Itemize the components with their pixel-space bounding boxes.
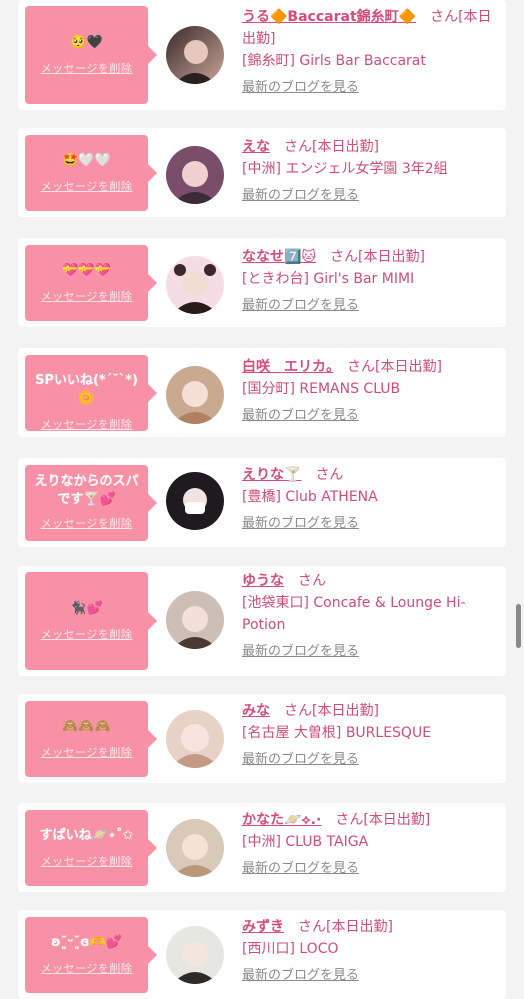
message-text: 🤩🤍🤍 <box>62 153 111 168</box>
delete-message-link[interactable]: メッセージを削除 <box>25 178 148 194</box>
message-text: えりなからのスパです🍸💕 <box>34 474 139 507</box>
honorific: さん <box>284 703 312 719</box>
message-text: 🥺🖤 <box>70 35 103 50</box>
girl-name-link[interactable]: ななせ7️⃣🐱 <box>242 249 316 265</box>
shop-name: [中洲] CLUB TAIGA <box>242 834 369 850</box>
scrollbar-thumb[interactable] <box>516 604 521 648</box>
girl-name-link[interactable]: 白咲 エリカ。 <box>242 359 333 375</box>
list-item: えりなからのスパです🍸💕 メッセージを削除 えりな🍸 さん [豊橋] Club … <box>18 458 506 547</box>
shop-name: [豊橋] Club ATHENA <box>242 489 378 505</box>
honorific: さん <box>298 573 326 589</box>
message-bubble: ʚ˘͈ᵕ˘͈ɞ🫶💕 メッセージを削除 <box>25 917 157 993</box>
shop-name: [国分町] REMANS CLUB <box>242 381 401 397</box>
message-text: SPいいね(*´˘`*)🌼 <box>35 373 138 406</box>
latest-blog-link[interactable]: 最新のブログを見る <box>242 184 498 203</box>
avatar[interactable] <box>166 366 224 424</box>
shop-name: [名古屋 大曽根] BURLESQUE <box>242 725 432 741</box>
message-bubble: えりなからのスパです🍸💕 メッセージを削除 <box>25 465 157 541</box>
avatar[interactable] <box>166 926 224 984</box>
status-tag: [本日出勤] <box>312 703 379 719</box>
message-text: すぱいね🪐⋆˚✩ <box>39 828 134 843</box>
honorific: さん <box>347 359 375 375</box>
list-item: 🤩🤍🤍 メッセージを削除 えな さん[本日出勤] [中洲] エンジェル女学園 3… <box>18 128 506 217</box>
avatar[interactable] <box>166 146 224 204</box>
message-text: ʚ˘͈ᵕ˘͈ɞ🫶💕 <box>51 935 122 950</box>
avatar[interactable] <box>166 26 224 84</box>
list-item: 🥺🖤 メッセージを削除 うる🔶Baccarat錦糸町🔶 さん[本日出勤] [錦糸… <box>18 0 506 110</box>
girl-name-link[interactable]: かなた🪐⟡.· <box>242 812 321 828</box>
shop-name: [錦糸町] Girls Bar Baccarat <box>242 53 426 69</box>
message-bubble: 🤩🤍🤍 メッセージを削除 <box>25 135 157 211</box>
list-item: 🐈‍⬛💕 メッセージを削除 ゆうな さん [池袋東口] Concafe & Lo… <box>18 566 506 676</box>
status-tag: [本日出勤] <box>326 919 393 935</box>
delete-message-link[interactable]: メッセージを削除 <box>25 853 148 869</box>
latest-blog-link[interactable]: 最新のブログを見る <box>242 964 498 983</box>
honorific: さん <box>330 249 359 265</box>
avatar[interactable] <box>166 256 224 314</box>
avatar[interactable] <box>166 819 224 877</box>
latest-blog-link[interactable]: 最新のブログを見る <box>242 857 498 876</box>
girl-name-link[interactable]: えりな🍸 <box>242 467 301 483</box>
message-bubble: 🥺🖤 メッセージを削除 <box>25 6 157 104</box>
avatar[interactable] <box>166 591 224 649</box>
list-item: SPいいね(*´˘`*)🌼 メッセージを削除 白咲 エリカ。 さん[本日出勤] … <box>18 348 506 437</box>
status-tag: [本日出勤] <box>358 249 425 265</box>
latest-blog-link[interactable]: 最新のブログを見る <box>242 294 498 313</box>
shop-name: [中洲] エンジェル女学園 3年2組 <box>242 161 448 177</box>
message-text: 🐈‍⬛💕 <box>70 601 103 616</box>
honorific: さん <box>298 919 326 935</box>
latest-blog-link[interactable]: 最新のブログを見る <box>242 404 498 423</box>
status-tag: [本日出勤] <box>375 359 442 375</box>
delete-message-link[interactable]: メッセージを削除 <box>25 626 148 642</box>
shop-name: [ときわ台] Girl's Bar MIMI <box>242 271 415 287</box>
message-bubble: 💝💝💝 メッセージを削除 <box>25 245 157 321</box>
latest-blog-link[interactable]: 最新のブログを見る <box>242 512 498 531</box>
latest-blog-link[interactable]: 最新のブログを見る <box>242 76 498 95</box>
honorific: さん <box>335 812 364 828</box>
delete-message-link[interactable]: メッセージを削除 <box>25 288 148 304</box>
latest-blog-link[interactable]: 最新のブログを見る <box>242 640 498 659</box>
honorific: さん <box>284 139 312 155</box>
delete-message-link[interactable]: メッセージを削除 <box>25 416 148 432</box>
message-bubble: SPいいね(*´˘`*)🌼 メッセージを削除 <box>25 355 157 432</box>
girl-name-link[interactable]: みな <box>242 703 270 719</box>
delete-message-link[interactable]: メッセージを削除 <box>25 744 148 760</box>
message-text: 💝💝💝 <box>62 263 111 278</box>
honorific: さん <box>430 9 459 25</box>
status-tag: [本日出勤] <box>312 139 379 155</box>
list-item: 🙈🙈🙈 メッセージを削除 みな さん[本日出勤] [名古屋 大曽根] BURLE… <box>18 694 506 783</box>
girl-name-link[interactable]: うる🔶Baccarat錦糸町🔶 <box>242 9 416 25</box>
list-item: ʚ˘͈ᵕ˘͈ɞ🫶💕 メッセージを削除 みずき さん[本日出勤] [西川口] LO… <box>18 910 506 999</box>
avatar[interactable] <box>166 472 224 530</box>
delete-message-link[interactable]: メッセージを削除 <box>25 960 148 976</box>
honorific: さん <box>315 467 344 483</box>
delete-message-link[interactable]: メッセージを削除 <box>25 515 148 531</box>
message-bubble: 🐈‍⬛💕 メッセージを削除 <box>25 572 157 670</box>
message-bubble: 🙈🙈🙈 メッセージを削除 <box>25 701 157 777</box>
status-tag: [本日出勤] <box>363 812 431 828</box>
message-text: 🙈🙈🙈 <box>62 719 111 734</box>
avatar[interactable] <box>166 710 224 768</box>
message-bubble: すぱいね🪐⋆˚✩ メッセージを削除 <box>25 810 157 886</box>
delete-message-link[interactable]: メッセージを削除 <box>25 60 148 76</box>
shop-name: [池袋東口] Concafe & Lounge Hi-Potion <box>242 595 466 633</box>
list-item: すぱいね🪐⋆˚✩ メッセージを削除 かなた🪐⟡.· さん[本日出勤] [中洲] … <box>18 803 506 892</box>
latest-blog-link[interactable]: 最新のブログを見る <box>242 748 498 767</box>
girl-name-link[interactable]: ゆうな <box>242 573 284 589</box>
list-item: 💝💝💝 メッセージを削除 ななせ7️⃣🐱 さん[本日出勤] [ときわ台] Gir… <box>18 238 506 327</box>
girl-name-link[interactable]: えな <box>242 139 270 155</box>
girl-name-link[interactable]: みずき <box>242 919 284 935</box>
shop-name: [西川口] LOCO <box>242 941 339 957</box>
